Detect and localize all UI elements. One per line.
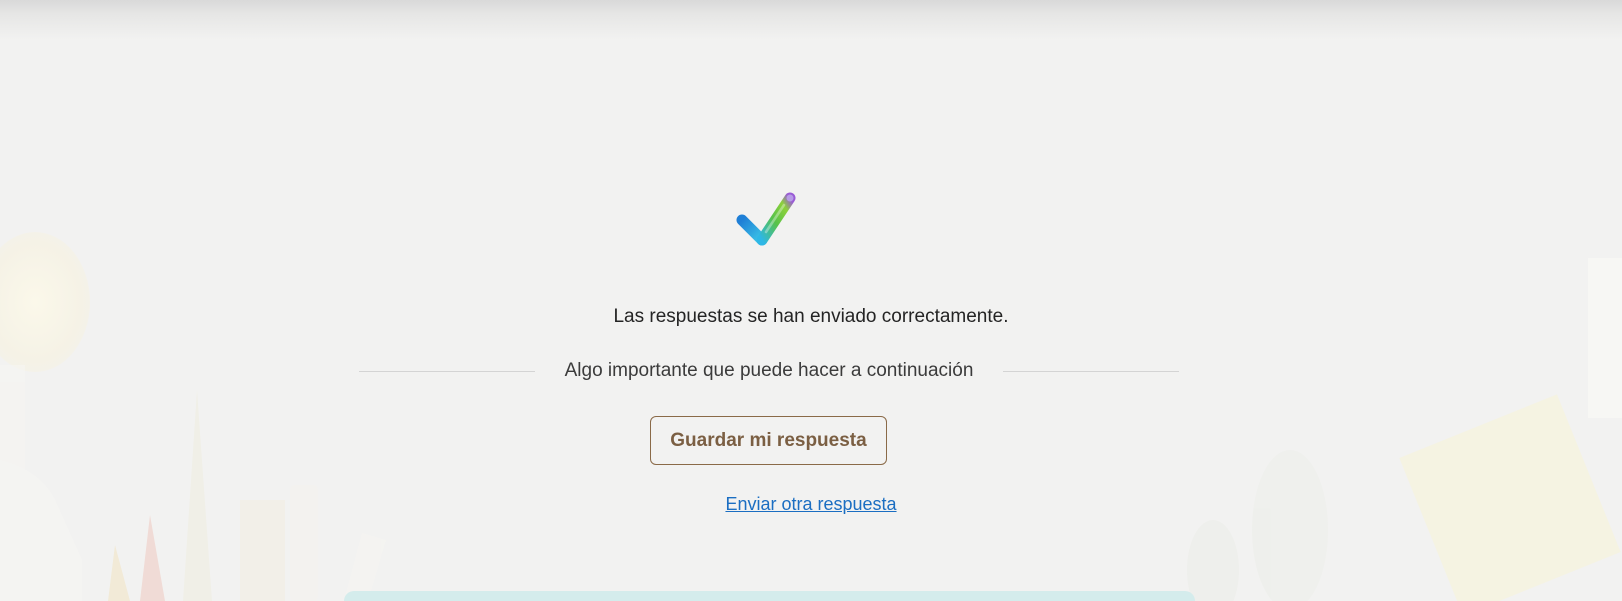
checkmark-icon <box>736 192 796 246</box>
divider-left <box>359 370 535 372</box>
divider-right <box>1003 370 1180 372</box>
next-steps-heading-row: Algo importante que puede hacer a contin… <box>359 360 1180 382</box>
form-confirmation-page: Las respuestas se han enviado correctame… <box>0 0 1622 601</box>
submit-another-response-link[interactable]: Enviar otra respuesta <box>725 494 896 514</box>
bottom-info-card <box>344 591 1195 601</box>
save-my-response-button[interactable]: Guardar mi respuesta <box>650 416 887 465</box>
next-steps-title: Algo importante que puede hacer a contin… <box>564 360 974 381</box>
confirmation-content: Las respuestas se han enviado correctame… <box>0 0 1622 601</box>
submission-success-message: Las respuestas se han enviado correctame… <box>613 306 1009 327</box>
submit-another-response-container: Enviar otra respuesta <box>0 494 1622 515</box>
